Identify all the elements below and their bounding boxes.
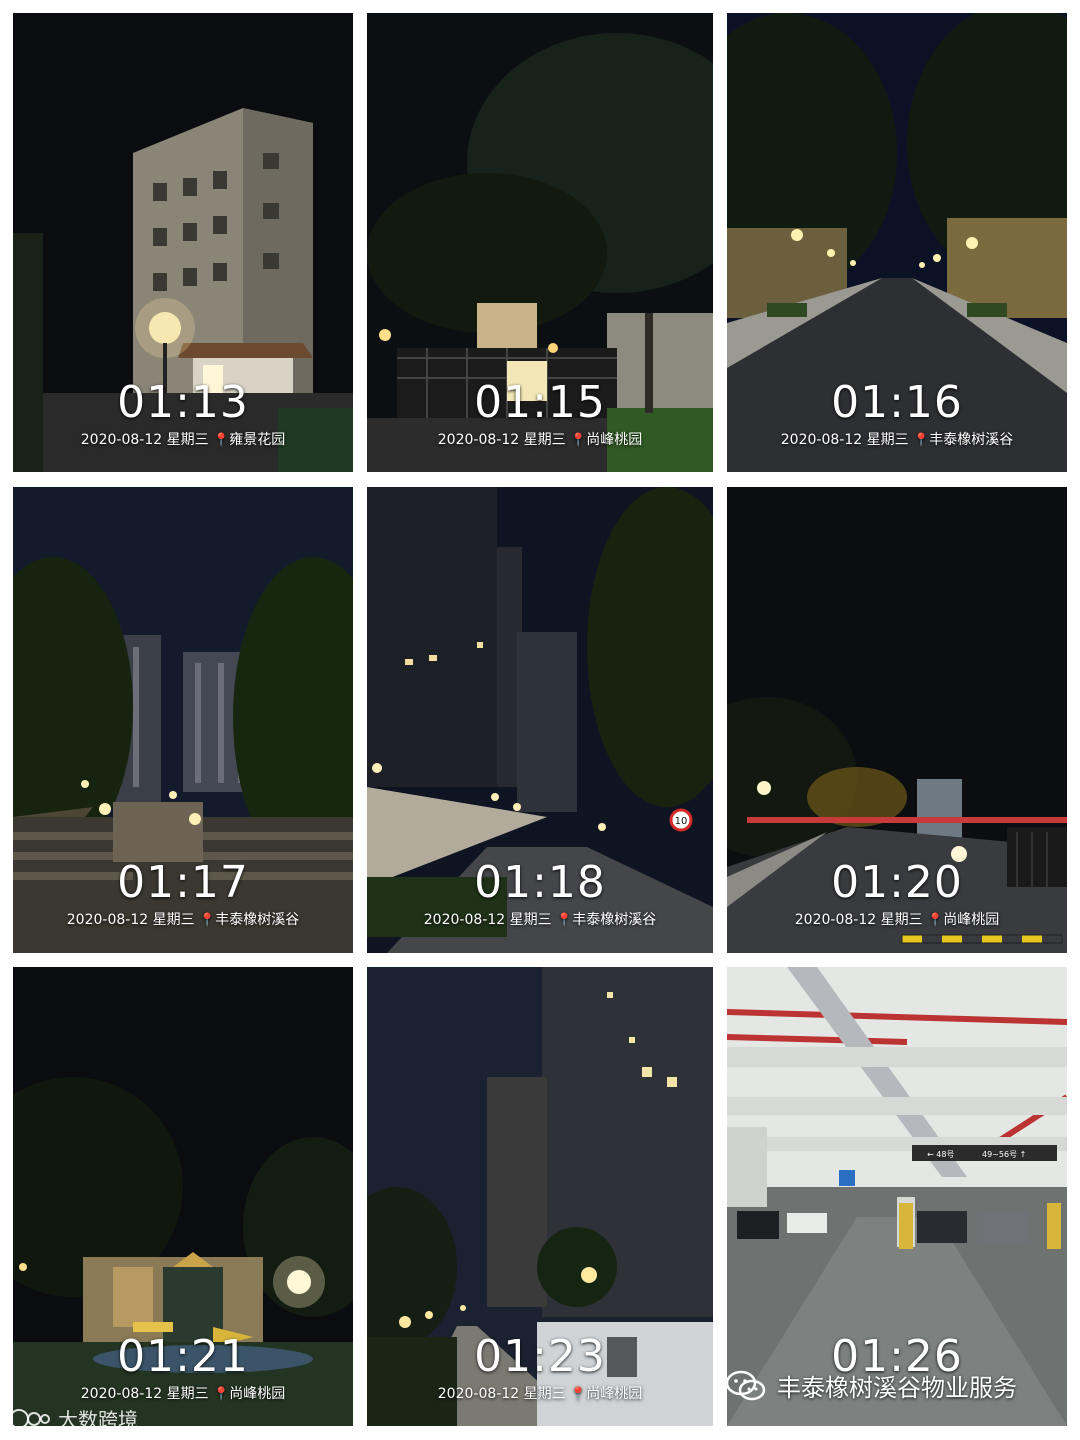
location-pin-icon: 📍: [570, 1387, 587, 1402]
photo-weekday: 星期三: [166, 432, 209, 448]
photo-meta: 2020-08-12 星期三 📍雍景花园: [13, 431, 353, 450]
location-pin-icon: 📍: [927, 913, 944, 928]
location-pin-icon: 📍: [913, 433, 930, 448]
photo-tile-4[interactable]: 01:17 2020-08-12 星期三 📍丰泰橡树溪谷: [13, 487, 353, 953]
location-pin-icon: 📍: [199, 913, 216, 928]
watermark-text: 大数跨境: [58, 1408, 138, 1432]
photo-time: 01:15: [474, 377, 606, 428]
photo-place: 尚峰桃园: [586, 432, 643, 448]
watermark-logo-icon: [9, 1408, 50, 1429]
photo-meta: 2020-08-12 星期三 📍尚峰桃园: [367, 431, 713, 450]
photo-time: 01:23: [474, 1331, 606, 1382]
parking-sign-left: ← 48号: [927, 1150, 954, 1159]
photo-time: 01:18: [474, 857, 606, 908]
photo-time: 01:21: [117, 1331, 249, 1382]
photo-time: 01:17: [117, 857, 249, 908]
photo-tile-2[interactable]: 01:15 2020-08-12 星期三 📍尚峰桃园: [367, 13, 713, 472]
photo-date: 2020-08-12: [423, 912, 506, 928]
photo-date: 2020-08-12: [80, 1386, 163, 1402]
photo-place: 丰泰橡树溪谷: [215, 912, 300, 928]
photo-time: 01:16: [831, 377, 963, 428]
photo-weekday: 星期三: [523, 1386, 566, 1402]
speed-limit-value: 10: [675, 816, 688, 827]
photo-time: 01:13: [117, 377, 249, 428]
photo-meta: 2020-08-12 星期三 📍丰泰橡树溪谷: [727, 431, 1067, 450]
location-pin-icon: 📍: [213, 1387, 230, 1402]
location-pin-icon: 📍: [213, 433, 230, 448]
photo-date: 2020-08-12: [66, 912, 149, 928]
photo-place: 丰泰橡树溪谷: [572, 912, 657, 928]
photo-place: 丰泰橡树溪谷: [929, 432, 1014, 448]
photo-weekday: 星期三: [166, 1386, 209, 1402]
photo-weekday: 星期三: [866, 432, 909, 448]
photo-time: 01:20: [831, 857, 963, 908]
photo-tile-5[interactable]: 10 01:18 2020-08-12 星期三 📍丰泰橡树溪谷: [367, 487, 713, 953]
parking-sign-right: 49~56号 ↑: [982, 1150, 1026, 1159]
photo-meta: 2020-08-12 星期三 📍尚峰桃园: [727, 911, 1067, 930]
photo-weekday: 星期三: [152, 912, 195, 928]
photo-date: 2020-08-12: [780, 432, 863, 448]
wechat-icon: [725, 1370, 766, 1400]
photo-tile-9[interactable]: ← 48号 49~56号 ↑ 01:26: [727, 967, 1067, 1426]
photo-place: 尚峰桃园: [229, 1386, 286, 1402]
photo-weekday: 星期三: [880, 912, 923, 928]
location-pin-icon: 📍: [556, 913, 573, 928]
photo-meta: 2020-08-12 星期三 📍丰泰橡树溪谷: [13, 911, 353, 930]
photo-meta: 2020-08-12 星期三 📍丰泰橡树溪谷: [367, 911, 713, 930]
photo-date: 2020-08-12: [437, 1386, 520, 1402]
photo-date: 2020-08-12: [437, 432, 520, 448]
photo-tile-1[interactable]: 01:13 2020-08-12 星期三 📍雍景花园: [13, 13, 353, 472]
photo-tile-8[interactable]: 01:23 2020-08-12 星期三 📍尚峰桃园: [367, 967, 713, 1426]
parking-blue-sign-icon: [839, 1170, 855, 1186]
photo-place: 雍景花园: [229, 432, 286, 448]
photo-date: 2020-08-12: [80, 432, 163, 448]
photo-tile-3[interactable]: 01:16 2020-08-12 星期三 📍丰泰橡树溪谷: [727, 13, 1067, 472]
wechat-account-overlay: 丰泰橡树溪谷物业服务: [725, 1368, 1017, 1403]
photo-weekday: 星期三: [509, 912, 552, 928]
photo-tile-7[interactable]: 01:21 2020-08-12 星期三 📍尚峰桃园: [13, 967, 353, 1426]
photo-place: 尚峰桃园: [943, 912, 1000, 928]
photo-weekday: 星期三: [523, 432, 566, 448]
photo-place: 尚峰桃园: [586, 1386, 643, 1402]
wechat-account-name: 丰泰橡树溪谷物业服务: [777, 1374, 1017, 1402]
photo-meta: 2020-08-12 星期三 📍尚峰桃园: [367, 1385, 713, 1404]
photo-meta: 2020-08-12 星期三 📍尚峰桃园: [13, 1385, 353, 1404]
photo-collage: 01:13 2020-08-12 星期三 📍雍景花园 01:15 2020-08…: [0, 0, 1080, 1440]
photo-date: 2020-08-12: [794, 912, 877, 928]
photo-tile-6[interactable]: 01:20 2020-08-12 星期三 📍尚峰桃园: [727, 487, 1067, 953]
location-pin-icon: 📍: [570, 433, 587, 448]
corner-watermark: 大数跨境: [6, 1404, 138, 1433]
